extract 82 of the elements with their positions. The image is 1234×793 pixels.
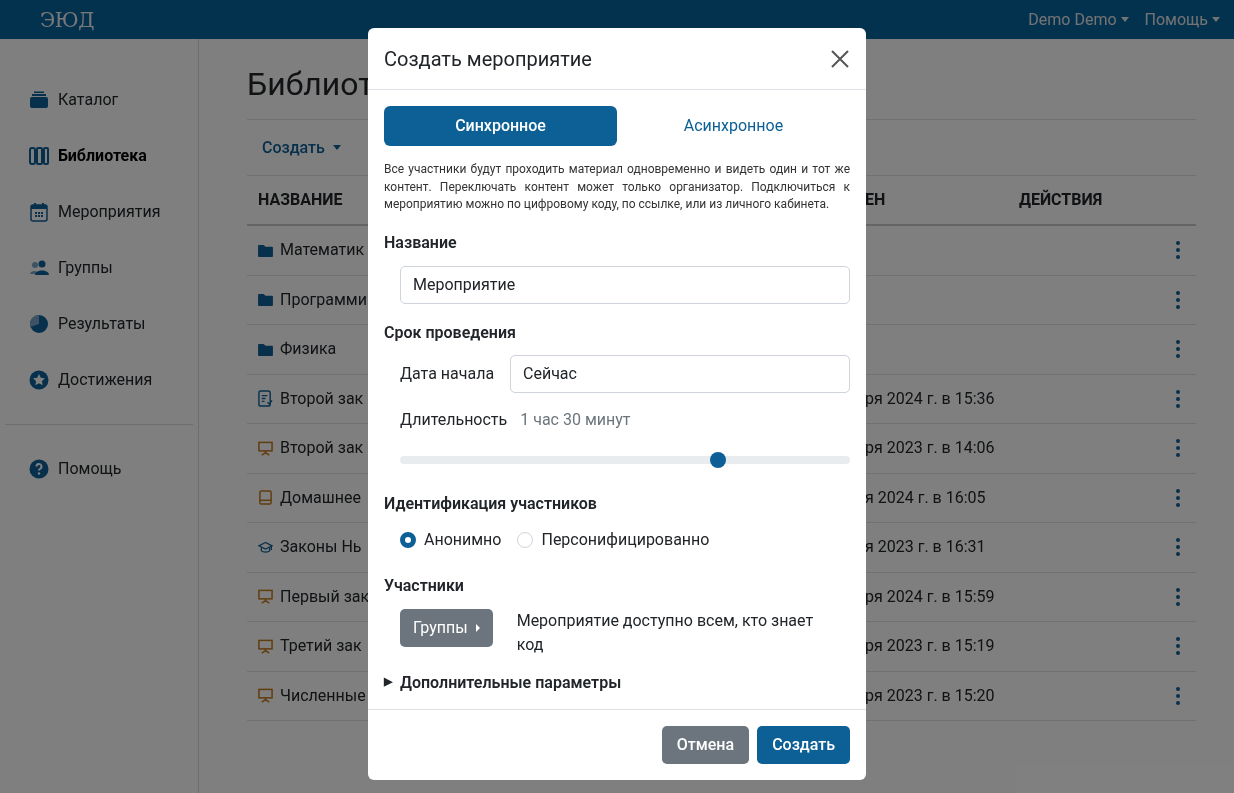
book-icon bbox=[258, 490, 273, 506]
checklist-icon bbox=[258, 390, 273, 408]
field-label: Длительность bbox=[400, 408, 508, 431]
cancel-button[interactable]: Отмена bbox=[661, 725, 750, 764]
table-cell-text: Физика bbox=[280, 338, 337, 361]
pie-chart-icon bbox=[29, 314, 49, 334]
kebab-menu-icon[interactable] bbox=[1175, 389, 1181, 408]
sidebar-item[interactable]: Помощь bbox=[0, 441, 198, 497]
menu-dropdown[interactable]: Помощь bbox=[1144, 7, 1220, 32]
kebab-menu-icon[interactable] bbox=[1175, 587, 1181, 606]
table-cell-text: Математик bbox=[280, 239, 365, 262]
sidebar-item[interactable]: Библиотека bbox=[0, 128, 198, 184]
section-label: Срок проведения bbox=[384, 321, 517, 344]
section-label: Участники bbox=[384, 574, 465, 597]
groups-button[interactable]: Группы bbox=[400, 608, 493, 647]
kebab-menu-icon[interactable] bbox=[1175, 488, 1181, 507]
box-icon bbox=[29, 90, 49, 110]
table-cell-text: Второй зак bbox=[280, 437, 364, 460]
duration-value: 1 час 30 минут bbox=[520, 408, 631, 431]
kebab-menu-icon[interactable] bbox=[1175, 290, 1181, 309]
table-cell: я 2024 г. в 16:05 bbox=[865, 487, 986, 507]
kebab-menu-icon[interactable] bbox=[1175, 439, 1181, 458]
sidebar-item[interactable]: Достижения bbox=[0, 352, 198, 408]
table-cell: я 2023 г. в 16:31 bbox=[865, 537, 986, 557]
participants-note: Мероприятие доступно всем, кто знает код bbox=[516, 609, 815, 656]
presentation-icon bbox=[258, 440, 273, 456]
presentation-icon bbox=[258, 688, 273, 704]
books-icon bbox=[29, 146, 49, 166]
users-icon bbox=[29, 258, 49, 278]
description-text: Все участники будут проходить материал одновременно и видеть один и тот же контент. Переключать контент может только организатор. Подключиться к мероприятию можно по цифровому коду, по ссылке, или из личного кабинета. bbox=[384, 161, 850, 213]
kebab-menu-icon[interactable] bbox=[1175, 241, 1181, 260]
kebab-menu-icon[interactable] bbox=[1175, 538, 1181, 557]
mode-tab[interactable]: Синхронное bbox=[384, 106, 617, 146]
kebab-menu-icon[interactable] bbox=[1175, 637, 1181, 656]
radio-button[interactable] bbox=[400, 531, 416, 548]
graduation-cap-icon bbox=[258, 539, 273, 555]
field-label: Название bbox=[384, 231, 458, 254]
radio-label: Персонифицированно bbox=[541, 528, 710, 551]
table-cell-text: Законы Нь bbox=[280, 536, 362, 559]
column-header: ДЕЙСТВИЯ bbox=[1019, 188, 1103, 211]
logo[interactable]: ЭЮД bbox=[40, 4, 94, 35]
section-label: Идентификация участников bbox=[384, 492, 598, 515]
advanced-options-toggle[interactable]: ▶ Дополнительные параметры bbox=[384, 670, 850, 695]
presentation-icon bbox=[258, 589, 273, 605]
table-cell: ря 2024 г. в 15:59 bbox=[865, 586, 995, 606]
table-cell-text: Второй зак bbox=[280, 387, 364, 410]
table-cell: ря 2023 г. в 15:20 bbox=[865, 685, 995, 705]
sidebar-item[interactable]: Каталог bbox=[0, 72, 198, 128]
caret-icon bbox=[475, 623, 480, 632]
start-date-input[interactable]: Сейчас bbox=[510, 354, 850, 393]
table-cell: ря 2023 г. в 14:06 bbox=[865, 438, 995, 458]
slider-thumb[interactable] bbox=[710, 451, 727, 468]
caret-icon bbox=[1120, 17, 1129, 22]
menu-dropdown[interactable]: Demo Demo bbox=[1028, 7, 1129, 32]
caret-icon bbox=[1212, 17, 1220, 22]
sidebar-item[interactable]: Результаты bbox=[0, 296, 198, 352]
kebab-menu-icon[interactable] bbox=[1175, 340, 1181, 359]
calendar-icon bbox=[29, 202, 49, 222]
sidebar-item[interactable]: Группы bbox=[0, 240, 198, 296]
table-cell-text: Домашнее bbox=[280, 486, 361, 509]
close-icon[interactable] bbox=[830, 48, 850, 69]
create-dropdown[interactable]: Создать bbox=[262, 135, 341, 160]
table-cell-text: Третий зак bbox=[280, 635, 362, 658]
table-cell-text: Программи bbox=[280, 288, 367, 311]
sidebar-item[interactable]: Мероприятия bbox=[0, 184, 198, 240]
table-cell-text: Численные bbox=[280, 684, 366, 707]
folder-icon bbox=[258, 243, 273, 257]
radio-label: Анонимно bbox=[424, 528, 502, 551]
field-label: Дата начала bbox=[400, 362, 496, 385]
table-cell: ря 2024 г. в 15:36 bbox=[865, 388, 995, 408]
presentation-icon bbox=[258, 638, 273, 654]
create-button[interactable]: Создать bbox=[757, 725, 850, 764]
folder-icon bbox=[258, 342, 273, 356]
folder-icon bbox=[258, 293, 273, 307]
caret-icon bbox=[332, 145, 341, 150]
help-icon bbox=[29, 459, 49, 479]
table-cell-text: Первый зак bbox=[280, 585, 370, 608]
kebab-menu-icon[interactable] bbox=[1175, 686, 1181, 705]
column-header: ЕН bbox=[865, 189, 887, 211]
table-cell: ря 2023 г. в 15:19 bbox=[865, 636, 995, 656]
name-input[interactable]: Мероприятие bbox=[400, 265, 850, 304]
column-header: НАЗВАНИЕ bbox=[257, 189, 344, 211]
